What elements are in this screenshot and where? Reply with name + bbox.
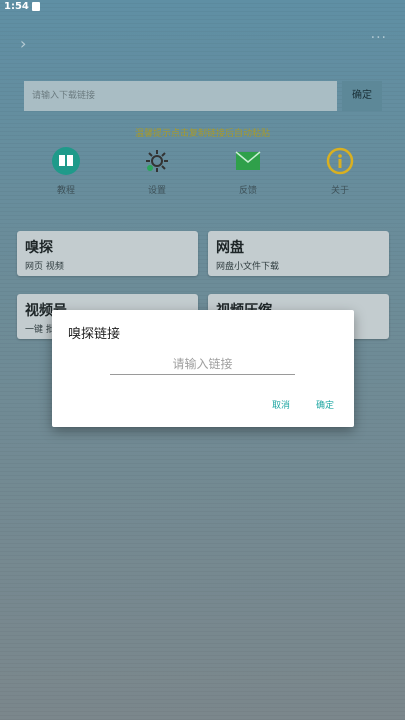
status-bar: 1:54: [0, 0, 405, 14]
cancel-button[interactable]: 取消: [264, 398, 298, 411]
info-icon: [326, 147, 354, 175]
confirm-button[interactable]: 确定: [342, 81, 382, 111]
dialog-title: 嗅探链接: [68, 327, 121, 342]
quick-action-label: 关于: [330, 186, 349, 196]
card-subtitle: 网页 视频: [25, 262, 64, 272]
mail-icon: [235, 151, 261, 170]
more-icon[interactable]: ···: [371, 30, 387, 46]
card-sniff[interactable]: 嗅探 网页 视频: [17, 231, 198, 276]
quick-action-settings[interactable]: 设置: [127, 147, 187, 196]
quick-actions: 教程 设置 反馈 关于: [0, 147, 405, 197]
quick-action-label: 反馈: [238, 186, 257, 196]
quick-action-tutorial[interactable]: 教程: [36, 147, 96, 196]
quick-action-about[interactable]: 关于: [310, 147, 370, 196]
url-row: 请输入下载链接 确定: [24, 81, 382, 111]
card-subtitle: 一键 批: [25, 325, 55, 335]
quick-action-label: 设置: [147, 186, 166, 196]
card-title: 嗅探: [25, 240, 53, 256]
top-bar: › ···: [0, 30, 405, 54]
ok-button[interactable]: 确定: [310, 398, 340, 411]
sniff-link-dialog: 嗅探链接 请输入链接 取消 确定: [52, 310, 354, 427]
card-subtitle: 网盘小文件下载: [216, 262, 280, 272]
url-input[interactable]: 请输入下载链接: [24, 81, 337, 111]
quick-action-feedback[interactable]: 反馈: [218, 147, 278, 196]
book-icon: [52, 147, 80, 175]
quick-action-label: 教程: [56, 186, 75, 196]
card-title: 网盘: [216, 240, 244, 256]
status-time: 1:54: [4, 1, 29, 12]
link-input[interactable]: 请输入链接: [110, 353, 295, 375]
gear-icon: [146, 150, 168, 172]
notification-icon: [32, 2, 40, 11]
notice-text: 温馨提示点击复制链接后自动粘贴: [134, 129, 270, 139]
card-netdisk[interactable]: 网盘 网盘小文件下载: [208, 231, 389, 276]
chevron-right-icon[interactable]: ›: [20, 34, 26, 53]
